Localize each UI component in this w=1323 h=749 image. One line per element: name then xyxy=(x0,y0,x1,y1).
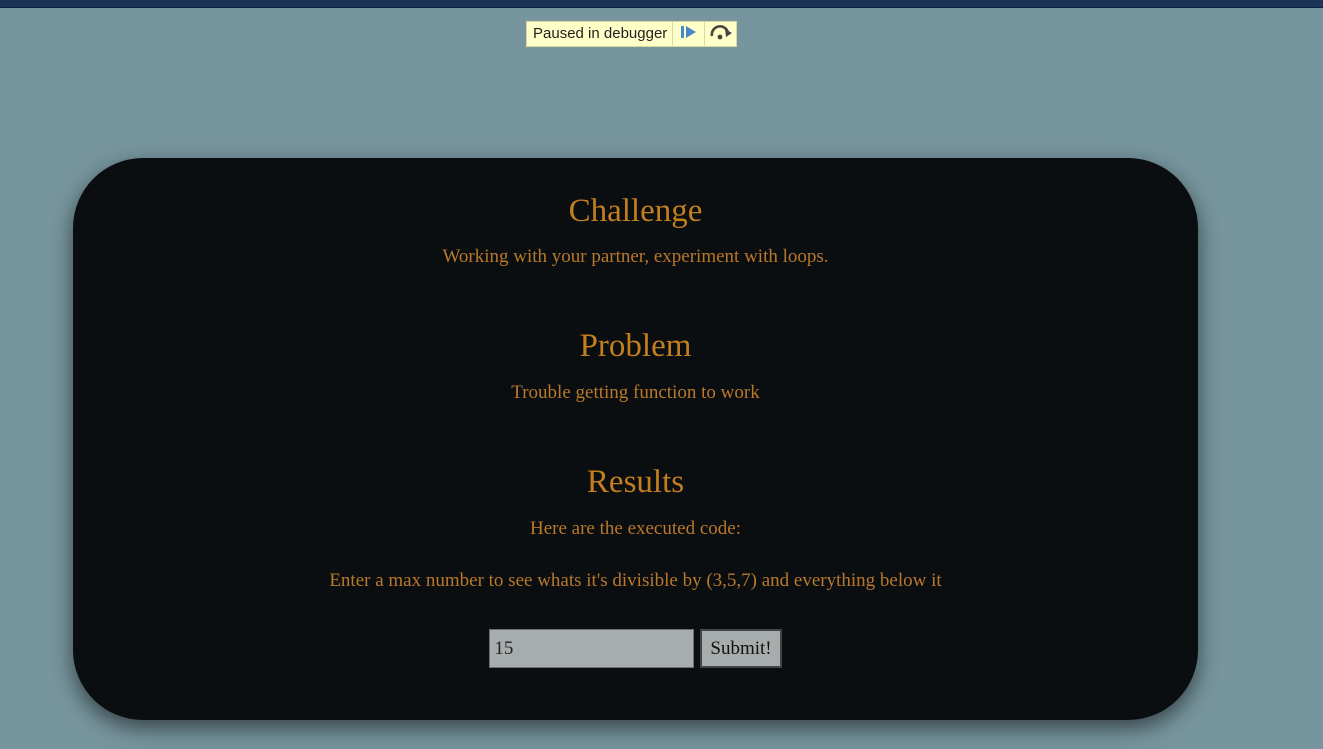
max-number-form: Submit! xyxy=(73,629,1198,668)
results-heading: Results xyxy=(586,464,685,500)
step-over-button[interactable] xyxy=(704,22,736,46)
problem-text: Trouble getting function to work xyxy=(511,382,760,403)
max-number-input[interactable] xyxy=(489,629,695,668)
step-over-icon xyxy=(709,24,733,45)
browser-top-bar xyxy=(0,0,1323,8)
problem-heading: Problem xyxy=(579,328,692,364)
challenge-text: Working with your partner, experiment wi… xyxy=(442,246,829,267)
debugger-paused-overlay: Paused in debugger xyxy=(526,21,738,47)
submit-button[interactable]: Submit! xyxy=(700,629,782,668)
debugger-status-label: Paused in debugger xyxy=(533,25,668,42)
max-number-prompt: Enter a max number to see whats it's div… xyxy=(329,570,942,591)
resume-button[interactable] xyxy=(672,22,704,46)
results-text: Here are the executed code: xyxy=(530,518,741,539)
challenge-heading: Challenge xyxy=(568,193,703,229)
resume-icon xyxy=(680,24,698,45)
content-card: Challenge Working with your partner, exp… xyxy=(73,158,1198,720)
